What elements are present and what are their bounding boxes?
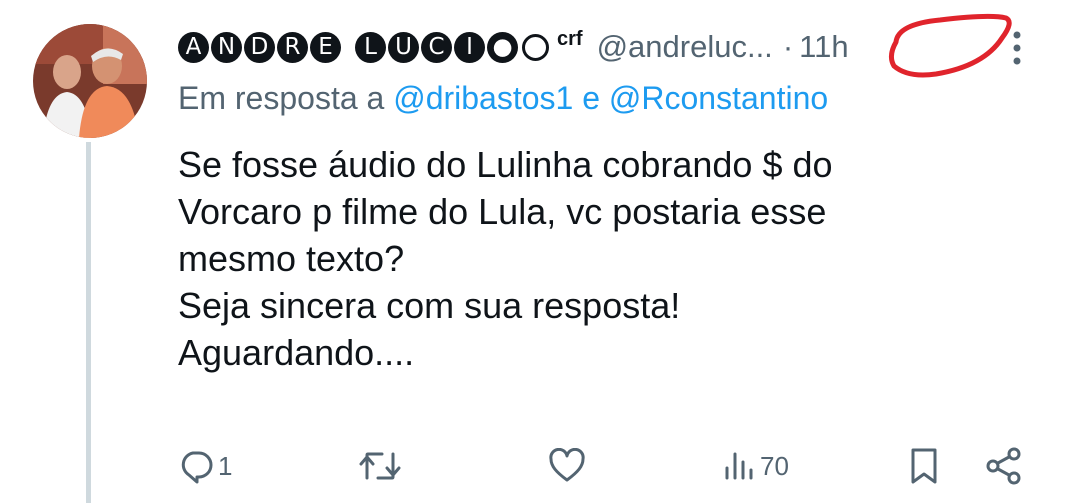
reply-prefix: Em resposta a xyxy=(178,80,385,116)
name-letter: N xyxy=(211,31,242,63)
repost-button[interactable] xyxy=(358,440,402,492)
bookmark-button[interactable] xyxy=(908,440,940,492)
more-button[interactable] xyxy=(1010,30,1024,71)
more-icon xyxy=(1013,31,1021,65)
views-icon xyxy=(725,452,753,480)
views-button[interactable]: 70 xyxy=(722,440,789,492)
name-letter: C xyxy=(421,31,452,63)
tweet-text-line: Se fosse áudio do Lulinha cobrando $ do xyxy=(178,144,833,185)
avatar[interactable] xyxy=(33,24,147,138)
name-suffix: crf xyxy=(557,27,583,50)
display-name[interactable]: A N D R E L U C I ● xyxy=(178,31,549,63)
mention-link[interactable]: @Rconstantino xyxy=(609,80,828,116)
tweet-text-line: mesmo texto? xyxy=(178,238,405,279)
author-handle[interactable]: @andreluc... xyxy=(597,29,773,65)
name-ring-symbol xyxy=(522,33,549,61)
tweet-text: Se fosse áudio do Lulinha cobrando $ do … xyxy=(178,141,1038,376)
name-letter: U xyxy=(388,31,419,63)
name-letter: R xyxy=(277,31,308,63)
name-letter: L xyxy=(355,31,386,63)
share-button[interactable] xyxy=(984,440,1024,492)
reply-button[interactable]: 1 xyxy=(178,440,232,492)
heart-icon xyxy=(549,448,585,482)
name-letter: I xyxy=(454,31,485,63)
name-letter: E xyxy=(310,31,341,63)
time-separator: · xyxy=(782,29,794,64)
tweet-header: A N D R E L U C I ● crf @andreluc... · 1… xyxy=(178,22,849,72)
mention-link[interactable]: @dribastos1 xyxy=(393,80,573,116)
reply-icon xyxy=(181,451,213,484)
bookmark-icon xyxy=(911,448,937,484)
name-letter: D xyxy=(244,31,275,63)
red-circle-annotation xyxy=(888,13,1012,78)
views-count: 70 xyxy=(760,450,789,481)
like-button[interactable] xyxy=(548,440,586,492)
reply-count: 1 xyxy=(218,450,233,481)
avatar-photo xyxy=(33,24,147,138)
name-letter-o: ● xyxy=(487,31,518,63)
repost-icon xyxy=(359,452,401,480)
tweet-text-line: Seja sincera com sua resposta! xyxy=(178,285,681,326)
tweet-text-line: Vorcaro p filme do Lula, vc postaria ess… xyxy=(178,191,827,232)
tweet-text-line: Aguardando.... xyxy=(178,332,415,373)
action-bar: 1 70 xyxy=(0,440,1080,492)
mention-joiner: e xyxy=(582,80,601,116)
share-icon xyxy=(986,447,1021,485)
timestamp[interactable]: 11h xyxy=(799,29,848,65)
reply-context: Em resposta a @dribastos1 e @Rconstantin… xyxy=(178,80,828,117)
name-letter: A xyxy=(178,31,209,63)
